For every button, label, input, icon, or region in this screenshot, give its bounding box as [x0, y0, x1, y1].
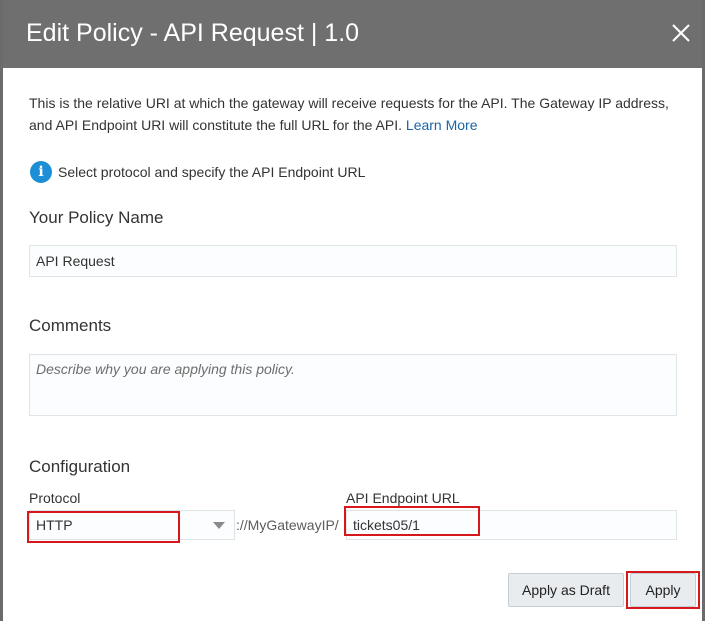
learn-more-link[interactable]: Learn More: [406, 117, 478, 133]
close-icon: [672, 24, 690, 42]
gateway-ip-text: ://MyGatewayIP/: [236, 517, 339, 533]
comments-textarea[interactable]: Describe why you are applying this polic…: [29, 354, 677, 416]
info-icon: i: [30, 161, 52, 183]
comments-heading: Comments: [29, 316, 112, 335]
apply-button[interactable]: Apply: [630, 573, 696, 607]
endpoint-label: API Endpoint URL: [346, 490, 460, 506]
protocol-label: Protocol: [29, 490, 81, 506]
endpoint-url-input[interactable]: tickets05/1: [346, 510, 677, 540]
policy-name-input[interactable]: API Request: [29, 245, 677, 277]
dialog-description: This is the relative URI at which the ga…: [29, 92, 679, 136]
info-text: Select protocol and specify the API Endp…: [58, 164, 366, 180]
close-button[interactable]: [670, 22, 692, 44]
policy-name-heading: Your Policy Name: [29, 208, 164, 227]
edit-policy-dialog: Edit Policy - API Request | 1.0 This is …: [3, 0, 702, 621]
dialog-titlebar: Edit Policy - API Request | 1.0: [3, 0, 702, 68]
configuration-heading: Configuration: [29, 457, 131, 476]
protocol-select[interactable]: HTTP: [29, 510, 235, 540]
dialog-title: Edit Policy - API Request | 1.0: [26, 19, 360, 47]
chevron-down-icon: [213, 522, 225, 529]
protocol-value: HTTP: [36, 517, 73, 533]
info-message: i Select protocol and specify the API En…: [30, 160, 365, 184]
description-text: This is the relative URI at which the ga…: [29, 95, 669, 133]
apply-as-draft-button[interactable]: Apply as Draft: [508, 573, 624, 607]
